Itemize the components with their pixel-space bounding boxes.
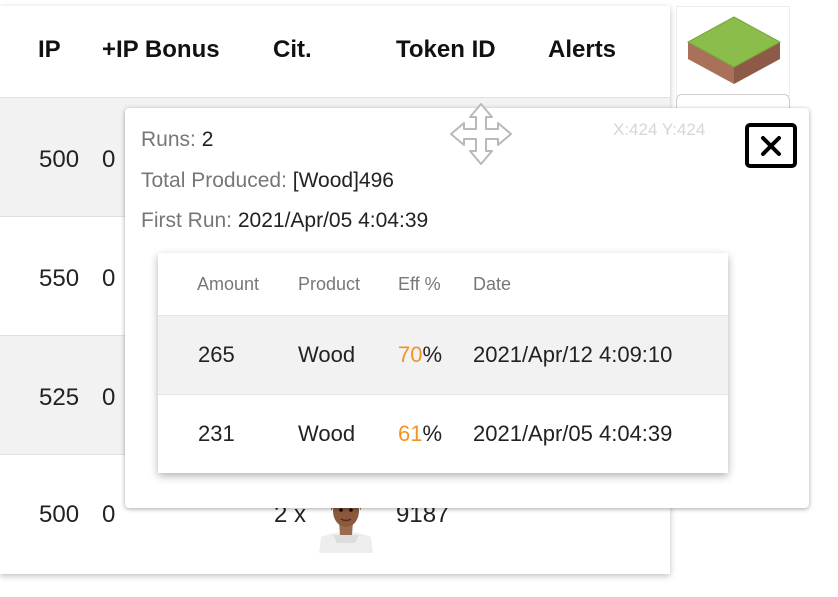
history-row[interactable]: 265 Wood 70% 2021/Apr/12 4:09:10 [158, 316, 728, 395]
land-tile-thumbnail[interactable] [676, 6, 790, 96]
total-produced-value: [Wood]496 [292, 169, 394, 192]
first-run-line: First Run: 2021/Apr/05 4:04:39 [141, 209, 428, 233]
header-ip-bonus[interactable]: +IP Bonus [102, 36, 220, 64]
ip-value: 525 [39, 384, 80, 411]
history-efficiency: 70% [398, 342, 442, 368]
efficiency-value: 70 [398, 342, 423, 367]
efficiency-percent-sign: % [422, 342, 443, 367]
efficiency-value: 61 [398, 421, 423, 446]
header-token-id[interactable]: Token ID [396, 36, 496, 64]
history-product: Wood [298, 342, 356, 367]
efficiency-percent-sign: % [422, 421, 443, 446]
history-header-date[interactable]: Date [473, 274, 511, 295]
runs-line: Runs: 2 [141, 128, 213, 152]
header-ip[interactable]: IP [38, 36, 61, 64]
grass-land-tile-icon [686, 16, 782, 84]
first-run-label: First Run: [141, 209, 238, 232]
runs-label: Runs: [141, 128, 202, 151]
ip-bonus-value: 0 [102, 146, 116, 173]
history-amount: 265 [198, 342, 235, 367]
header-citizens[interactable]: Cit. [273, 36, 312, 64]
close-icon [761, 136, 781, 156]
ip-value: 550 [39, 265, 80, 292]
table-header: IP +IP Bonus Cit. Token ID Alerts [0, 6, 670, 98]
ip-bonus-value: 0 [102, 501, 116, 528]
total-produced-line: Total Produced: [Wood]496 [141, 169, 394, 193]
history-date: 2021/Apr/12 4:09:10 [473, 342, 673, 367]
history-header-efficiency[interactable]: Eff % [398, 274, 441, 295]
history-date: 2021/Apr/05 4:04:39 [473, 421, 673, 446]
ip-bonus-value: 0 [102, 384, 116, 411]
history-amount: 231 [198, 421, 235, 446]
production-popup: Runs: 2 Total Produced: [Wood]496 First … [125, 103, 809, 508]
history-header: Amount Product Eff % Date [158, 253, 728, 316]
runs-value: 2 [201, 128, 214, 151]
history-row[interactable]: 231 Wood 61% 2021/Apr/05 4:04:39 [158, 395, 728, 474]
coordinates-readout: X:424 Y:424 [613, 120, 706, 139]
close-button[interactable] [745, 123, 797, 168]
first-run-value: 2021/Apr/05 4:04:39 [237, 209, 429, 232]
history-efficiency: 61% [398, 421, 442, 447]
move-arrows-icon[interactable] [447, 100, 515, 168]
history-header-amount[interactable]: Amount [197, 274, 259, 295]
history-product: Wood [298, 421, 356, 446]
ip-bonus-value: 0 [102, 265, 116, 292]
header-alerts[interactable]: Alerts [548, 36, 616, 64]
total-produced-label: Total Produced: [141, 169, 293, 192]
history-header-product[interactable]: Product [298, 274, 360, 295]
production-history-table: Amount Product Eff % Date 265 Wood 70% 2… [158, 253, 728, 473]
ip-value: 500 [39, 501, 80, 528]
ip-value: 500 [39, 146, 80, 173]
